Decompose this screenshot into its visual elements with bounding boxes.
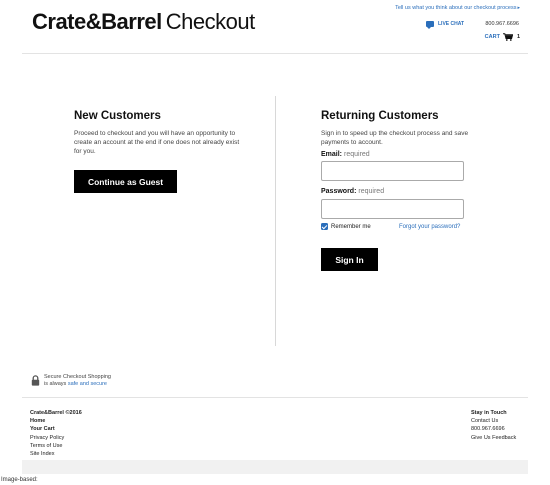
footer-band (22, 460, 528, 474)
footer-home-link[interactable]: Home (30, 417, 82, 425)
live-chat-label: LIVE CHAT (438, 21, 465, 27)
password-field[interactable] (321, 199, 464, 219)
sign-in-button[interactable]: Sign In (321, 248, 378, 271)
cart-count: 1 (516, 34, 520, 40)
footer-your-cart-link[interactable]: Your Cart (30, 425, 82, 433)
logo-brand: Crate&Barrel (32, 9, 162, 34)
footer-contact: Stay in Touch Contact Us 800.967.6696 Gi… (471, 409, 516, 442)
logo-suffix: Checkout (165, 9, 255, 34)
footer-stay-in-touch: Stay in Touch (471, 410, 507, 416)
arrow-right-icon: ▸ (517, 5, 520, 11)
footer-copyright: Crate&Barrel ©2016 (30, 410, 82, 416)
secure-checkout-text: Secure Checkout Shopping is always safe … (44, 374, 111, 387)
remember-me-option[interactable]: Remember me (321, 223, 371, 230)
forgot-password-link[interactable]: Forgot your password? (399, 224, 460, 230)
returning-customers-section: Returning Customers Sign in to speed up … (321, 110, 471, 147)
footer-site-index-link[interactable]: Site Index (30, 450, 82, 458)
shopping-cart-icon (502, 33, 513, 41)
new-customers-section: New Customers Proceed to checkout and yo… (74, 110, 244, 156)
continue-as-guest-button[interactable]: Continue as Guest (74, 170, 177, 193)
cart-link[interactable]: CART 1 (485, 33, 520, 41)
lock-icon (31, 375, 40, 386)
live-chat-link[interactable]: LIVE CHAT (426, 21, 465, 29)
remember-me-label: Remember me (331, 223, 371, 230)
feedback-link-text: Tell us what you think about our checkou… (395, 5, 517, 11)
email-label-text: Email: (321, 151, 343, 158)
email-label: Email: required (321, 151, 370, 158)
safe-and-secure-link[interactable]: safe and secure (68, 381, 107, 387)
footer-privacy-link[interactable]: Privacy Policy (30, 434, 82, 442)
chat-bubble-icon (426, 21, 434, 29)
footer-divider (22, 397, 528, 398)
secure-line-2: is always safe and secure (44, 381, 111, 388)
returning-customers-description: Sign in to speed up the checkout process… (321, 130, 469, 146)
footer-phone: 800.967.6696 (471, 426, 505, 433)
email-field[interactable] (321, 161, 464, 181)
new-customers-title: New Customers (74, 110, 161, 122)
header-phone: 800.967.6696 (485, 21, 519, 27)
password-label-text: Password: (321, 188, 357, 195)
remember-me-checkbox[interactable] (321, 223, 328, 230)
secure-checkout-notice: Secure Checkout Shopping is always safe … (31, 374, 111, 387)
cart-label: CART (484, 34, 500, 40)
secure-line-2-prefix: is always (44, 380, 67, 387)
password-required-text: required (358, 188, 385, 195)
image-caption: Image-based: (1, 477, 38, 483)
column-divider (275, 96, 276, 346)
footer-contact-us-link[interactable]: Contact Us (471, 417, 516, 425)
crate-barrel-logo[interactable]: Crate&Barrel Checkout (32, 9, 255, 35)
email-required-text: required (344, 151, 370, 158)
footer-links-left: Crate&Barrel ©2016 Home Your Cart Privac… (30, 409, 82, 458)
feedback-link[interactable]: Tell us what you think about our checkou… (395, 5, 520, 11)
footer-feedback-link[interactable]: Give Us Feedback (471, 434, 516, 442)
header-divider (22, 53, 528, 54)
returning-customers-title: Returning Customers (321, 110, 439, 122)
password-label: Password: required (321, 188, 384, 195)
new-customers-description: Proceed to checkout and you will have an… (74, 130, 240, 155)
footer-terms-link[interactable]: Terms of Use (30, 442, 82, 450)
